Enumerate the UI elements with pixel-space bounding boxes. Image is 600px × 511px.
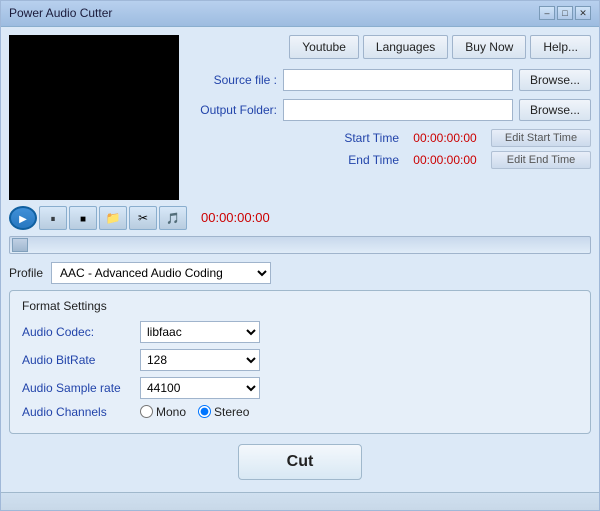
youtube-button[interactable]: Youtube bbox=[289, 35, 359, 59]
time-section: Start Time 00:00:00:00 Edit Start Time E… bbox=[187, 129, 591, 169]
edit-start-time-button[interactable]: Edit Start Time bbox=[491, 129, 591, 147]
buy-now-button[interactable]: Buy Now bbox=[452, 35, 526, 59]
main-window: Power Audio Cutter – □ ✕ Youtube Languag… bbox=[0, 0, 600, 511]
start-time-value: 00:00:00:00 bbox=[405, 131, 485, 145]
close-button[interactable]: ✕ bbox=[575, 6, 591, 20]
end-time-row: End Time 00:00:00:00 Edit End Time bbox=[187, 151, 591, 169]
output-browse-button[interactable]: Browse... bbox=[519, 99, 591, 121]
channels-radio-group: Mono Stereo bbox=[140, 405, 249, 419]
playback-section: 00:00:00:00 bbox=[9, 206, 591, 230]
channels-row: Audio Channels Mono Stereo bbox=[22, 405, 578, 419]
edit-end-time-button[interactable]: Edit End Time bbox=[491, 151, 591, 169]
scissors-icon bbox=[138, 211, 148, 225]
window-controls: – □ ✕ bbox=[539, 6, 591, 20]
bitrate-select[interactable]: 128 64 192 256 320 bbox=[140, 349, 260, 371]
stop-icon bbox=[80, 211, 86, 225]
output-row: Output Folder: Browse... bbox=[187, 99, 591, 121]
cut-section: Cut bbox=[9, 440, 591, 484]
minimize-button[interactable]: – bbox=[539, 6, 555, 20]
cut-button[interactable]: Cut bbox=[238, 444, 363, 480]
source-row: Source file : Browse... bbox=[187, 69, 591, 91]
start-time-row: Start Time 00:00:00:00 Edit Start Time bbox=[187, 129, 591, 147]
sample-rate-select[interactable]: 44100 22050 11025 bbox=[140, 377, 260, 399]
codec-label: Audio Codec: bbox=[22, 325, 132, 339]
sample-rate-row: Audio Sample rate 44100 22050 11025 bbox=[22, 377, 578, 399]
window-title: Power Audio Cutter bbox=[9, 6, 112, 20]
mono-option[interactable]: Mono bbox=[140, 405, 186, 419]
open-folder-button[interactable] bbox=[99, 206, 127, 230]
source-browse-button[interactable]: Browse... bbox=[519, 69, 591, 91]
profile-label: Profile bbox=[9, 266, 43, 280]
mono-label: Mono bbox=[156, 405, 186, 419]
end-time-value: 00:00:00:00 bbox=[405, 153, 485, 167]
audio-button[interactable] bbox=[159, 206, 187, 230]
video-preview bbox=[9, 35, 179, 200]
pause-icon bbox=[51, 211, 56, 225]
stereo-label: Stereo bbox=[214, 405, 249, 419]
profile-section: Profile AAC - Advanced Audio Coding MP3 … bbox=[9, 262, 591, 284]
play-controls bbox=[9, 206, 187, 230]
current-time-display: 00:00:00:00 bbox=[201, 210, 270, 225]
play-icon bbox=[19, 211, 27, 225]
source-input[interactable] bbox=[283, 69, 513, 91]
codec-select[interactable]: libfaac libmp3lame bbox=[140, 321, 260, 343]
output-label: Output Folder: bbox=[187, 103, 277, 117]
bitrate-row: Audio BitRate 128 64 192 256 320 bbox=[22, 349, 578, 371]
pause-button[interactable] bbox=[39, 206, 67, 230]
mono-radio[interactable] bbox=[140, 405, 153, 418]
top-buttons: Youtube Languages Buy Now Help... bbox=[187, 35, 591, 59]
maximize-button[interactable]: □ bbox=[557, 6, 573, 20]
stop-button[interactable] bbox=[69, 206, 97, 230]
right-controls: Youtube Languages Buy Now Help... Source… bbox=[187, 35, 591, 200]
stereo-option[interactable]: Stereo bbox=[198, 405, 249, 419]
play-button[interactable] bbox=[9, 206, 37, 230]
bitrate-label: Audio BitRate bbox=[22, 353, 132, 367]
help-button[interactable]: Help... bbox=[530, 35, 591, 59]
format-settings-group: Format Settings Audio Codec: libfaac lib… bbox=[9, 290, 591, 434]
folder-icon bbox=[106, 211, 121, 225]
stereo-radio[interactable] bbox=[198, 405, 211, 418]
languages-button[interactable]: Languages bbox=[363, 35, 448, 59]
end-time-label: End Time bbox=[348, 153, 399, 167]
codec-row: Audio Codec: libfaac libmp3lame bbox=[22, 321, 578, 343]
music-icon bbox=[166, 211, 180, 225]
sample-rate-label: Audio Sample rate bbox=[22, 381, 132, 395]
status-bar bbox=[1, 492, 599, 510]
main-content: Youtube Languages Buy Now Help... Source… bbox=[1, 27, 599, 492]
title-bar: Power Audio Cutter – □ ✕ bbox=[1, 1, 599, 27]
format-settings-title: Format Settings bbox=[22, 299, 578, 313]
source-label: Source file : bbox=[187, 73, 277, 87]
channels-label: Audio Channels bbox=[22, 405, 132, 419]
output-input[interactable] bbox=[283, 99, 513, 121]
profile-select[interactable]: AAC - Advanced Audio Coding MP3 OGG WAV … bbox=[51, 262, 271, 284]
top-section: Youtube Languages Buy Now Help... Source… bbox=[9, 35, 591, 200]
cut-preview-button[interactable] bbox=[129, 206, 157, 230]
scrubber-track[interactable] bbox=[9, 236, 591, 254]
start-time-label: Start Time bbox=[344, 131, 399, 145]
scrubber-thumb[interactable] bbox=[12, 238, 28, 252]
